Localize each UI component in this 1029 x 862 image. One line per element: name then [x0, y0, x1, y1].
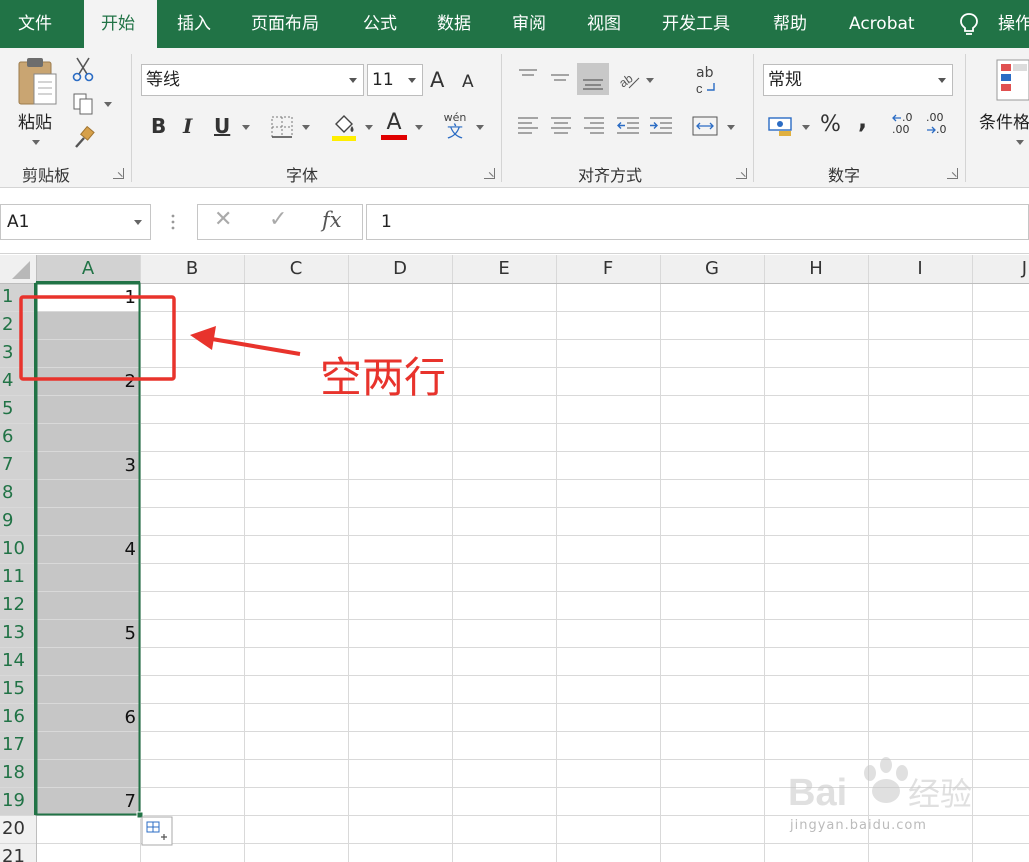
watermark-brand: Bai [788, 772, 847, 814]
watermark-brand-cn: 经验 [908, 775, 972, 813]
annotation-label: 空两行 [320, 353, 447, 402]
annotation-highlight-box [19, 295, 176, 381]
annotation-overlay [19, 295, 301, 381]
watermark-url: jingyan.baidu.com [790, 818, 927, 833]
annotation-arrow-icon [190, 326, 301, 356]
